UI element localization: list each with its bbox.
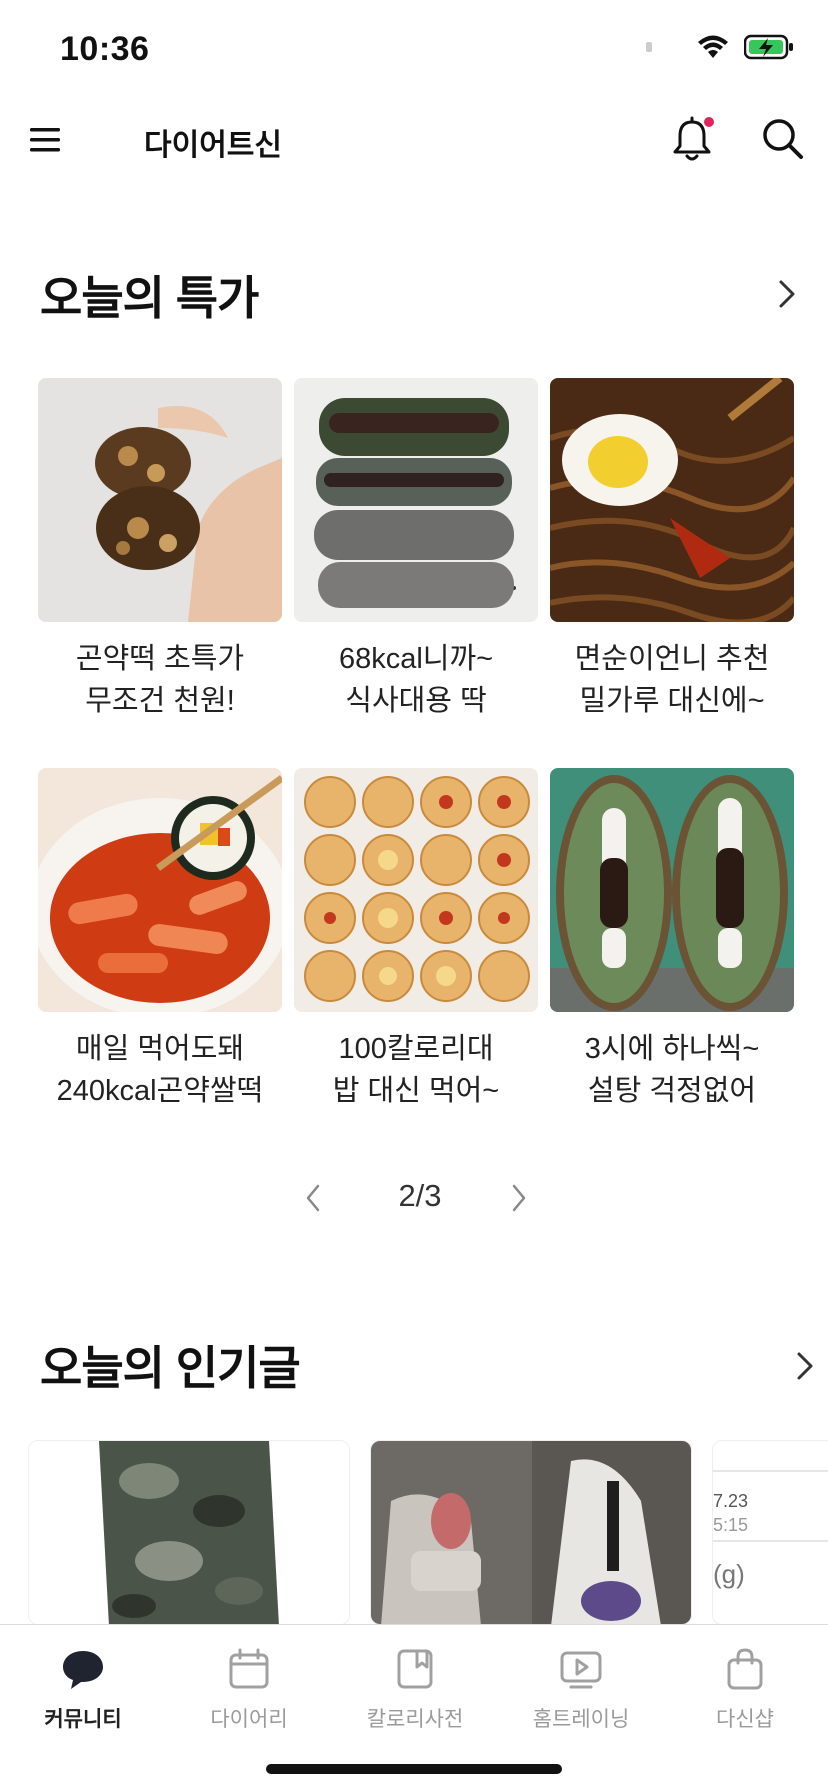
app-title: 다이어트신: [144, 129, 282, 162]
notification-bell-icon[interactable]: [668, 114, 716, 166]
deal-item[interactable]: 곤약떡 초특가 무조건 천원!: [38, 378, 282, 768]
deal-item[interactable]: 68kcal니까~ 식사대용 딱: [294, 378, 538, 768]
nav-item-diary[interactable]: 다이어리: [166, 1645, 332, 1745]
popular-posts-carousel[interactable]: 7.23 5:15 (g): [28, 1440, 828, 1625]
shopping-bag-icon: [727, 1648, 763, 1690]
nav-label: 다신샵: [716, 1708, 774, 1731]
nav-item-home-training[interactable]: 홈트레이닝: [498, 1645, 664, 1745]
deal-caption-line2: 밥 대신 먹어~: [332, 1075, 500, 1107]
notification-dot: [704, 117, 714, 127]
deal-caption: 68kcal니까~ 식사대용 딱: [294, 638, 538, 722]
deal-thumbnail-stacked-pancakes: [294, 378, 538, 622]
deal-item[interactable]: 매일 먹어도돼 240kcal곤약쌀떡: [38, 768, 282, 1158]
deal-caption-line1: 면순이언니 추천: [574, 643, 770, 675]
pager-next-chevron-icon[interactable]: [504, 1180, 532, 1216]
deal-caption: 면순이언니 추천 밀가루 대신에~: [550, 638, 794, 722]
search-icon[interactable]: [760, 116, 806, 162]
popular-more-chevron-icon[interactable]: [790, 1346, 820, 1386]
app-header: 다이어트신: [0, 100, 828, 180]
deal-thumbnail-mini-pizzas: [294, 768, 538, 1012]
calendar-icon: [229, 1648, 269, 1689]
deal-caption-line2: 밀가루 대신에~: [579, 685, 765, 717]
deal-thumbnail-noodles-egg: [550, 378, 794, 622]
post-thumbnail-camo-pants: [29, 1441, 349, 1624]
status-icons: [646, 34, 794, 60]
battery-charging-icon: [744, 34, 793, 60]
deal-caption-line2: 240kcal곤약쌀떡: [56, 1075, 264, 1107]
pager-indicator: 2/3: [398, 1178, 442, 1213]
status-time: 10:36: [60, 30, 150, 68]
deal-caption-line1: 3시에 하나씩~: [584, 1033, 760, 1065]
book-icon: [397, 1649, 433, 1689]
wifi-icon: [698, 35, 728, 58]
nav-label: 다이어리: [210, 1708, 288, 1731]
deals-grid: 곤약떡 초특가 무조건 천원! 68kcal니까~ 식사대용 딱 면순이언니 추…: [38, 378, 794, 1158]
deal-thumbnail-tteokbokki: [38, 768, 282, 1012]
deal-caption: 곤약떡 초특가 무조건 천원!: [38, 638, 282, 722]
deal-caption: 3시에 하나씩~ 설탕 걱정없어: [550, 1028, 794, 1112]
post-preview-text: 5:15: [713, 1515, 749, 1535]
home-indicator[interactable]: [266, 1764, 562, 1774]
deal-caption-line1: 100칼로리대: [338, 1033, 494, 1065]
nav-label: 커뮤니티: [44, 1708, 122, 1731]
deal-caption-line1: 곤약떡 초특가: [75, 643, 245, 675]
post-thumbnail-outfit-photos: [371, 1441, 691, 1624]
deal-caption-line2: 식사대용 딱: [345, 685, 487, 717]
deal-caption-line2: 무조건 천원!: [85, 685, 235, 717]
status-bar: 10:36: [0, 0, 828, 100]
deal-caption: 매일 먹어도돼 240kcal곤약쌀떡: [38, 1028, 282, 1112]
deal-item[interactable]: 면순이언니 추천 밀가루 대신에~: [550, 378, 794, 768]
deal-thumbnail-konjac-tteok: [38, 378, 282, 622]
deal-item[interactable]: 100칼로리대 밥 대신 먹어~: [294, 768, 538, 1158]
post-card[interactable]: 7.23 5:15 (g): [712, 1440, 828, 1625]
nav-item-calorie-dictionary[interactable]: 칼로리사전: [332, 1645, 498, 1745]
deal-caption-line1: 68kcal니까~: [338, 643, 494, 675]
play-video-icon: [560, 1651, 602, 1689]
nav-label: 칼로리사전: [366, 1708, 464, 1731]
chat-bubble-icon: [63, 1651, 103, 1689]
deals-pager: 2/3: [0, 1172, 828, 1222]
signal-dot-icon: [646, 42, 652, 52]
nav-item-community[interactable]: 커뮤니티: [0, 1645, 166, 1745]
deal-caption-line1: 매일 먹어도돼: [75, 1033, 245, 1065]
deal-caption-line2: 설탕 걱정없어: [587, 1075, 757, 1107]
nav-item-shop[interactable]: 다신샵: [662, 1645, 828, 1745]
nav-label: 홈트레이닝: [532, 1708, 630, 1731]
deal-thumbnail-green-bread: [550, 768, 794, 1012]
post-preview-text: (g): [713, 1559, 745, 1589]
popular-section-title: 오늘의 인기글: [40, 1342, 301, 1394]
post-card[interactable]: [370, 1440, 692, 1625]
post-preview-text: 7.23: [713, 1491, 749, 1511]
pager-prev-chevron-icon[interactable]: [300, 1180, 328, 1216]
hamburger-menu-icon[interactable]: [28, 122, 68, 158]
deals-section-title: 오늘의 특가: [40, 272, 259, 324]
deal-caption: 100칼로리대 밥 대신 먹어~: [294, 1028, 538, 1112]
deal-item[interactable]: 3시에 하나씩~ 설탕 걱정없어: [550, 768, 794, 1158]
deals-more-chevron-icon[interactable]: [772, 274, 802, 314]
post-card[interactable]: [28, 1440, 350, 1625]
